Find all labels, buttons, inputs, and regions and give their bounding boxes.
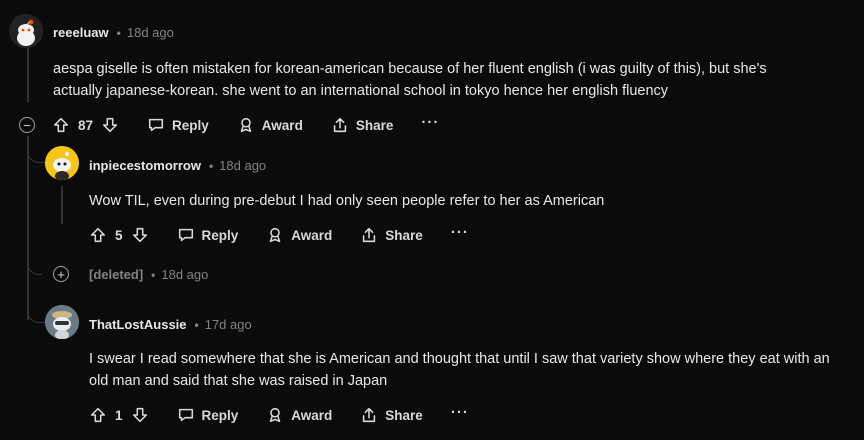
separator-dot: • (208, 159, 214, 173)
share-label: Share (385, 407, 423, 423)
more-icon: ··· (421, 113, 440, 131)
comment-header: inpiecestomorrow • 18d ago (89, 158, 266, 173)
upvote-icon[interactable] (89, 406, 107, 424)
thread-curve-deleted (27, 254, 42, 275)
downvote-icon[interactable] (131, 226, 149, 244)
comment-actions: 1 Reply Award Share ··· (89, 401, 497, 429)
thread-line-main-lower (27, 136, 29, 320)
thread-curve-2 (27, 300, 46, 323)
collapse-thread-button[interactable]: − (19, 117, 35, 133)
share-icon (363, 407, 376, 423)
separator-dot: • (194, 318, 199, 332)
downvote-icon[interactable] (101, 116, 119, 134)
award-label: Award (261, 117, 303, 133)
award-button[interactable]: Award (237, 116, 303, 134)
comment-body: I swear I read somewhere that she is Ame… (89, 351, 830, 389)
thread-line-main (27, 42, 29, 102)
timestamp[interactable]: 17d ago (205, 317, 252, 332)
comment-actions: 5 Reply Award Share ··· (89, 221, 497, 249)
upvote-icon[interactable] (89, 226, 107, 244)
vote-controls: 5 (89, 226, 149, 244)
vote-count: 1 (115, 407, 123, 423)
award-button[interactable]: Award (266, 406, 332, 424)
comment-body: Wow TIL, even during pre-debut I had onl… (89, 193, 605, 209)
thread-curve-1 (27, 140, 46, 163)
comment-bubble-icon (178, 408, 193, 422)
comment-actions: 87 Reply Award Share ··· (52, 111, 467, 139)
more-icon: ··· (450, 223, 469, 241)
comment-body: aespa giselle is often mistaken for kore… (53, 61, 767, 99)
separator-dot: • (116, 26, 121, 40)
reply-label: Reply (201, 227, 239, 243)
timestamp[interactable]: 18d ago (127, 25, 174, 40)
avatar[interactable] (9, 14, 43, 48)
snoo-avatar-icon (45, 305, 79, 339)
award-icon (270, 407, 281, 423)
vote-count: 5 (115, 227, 123, 243)
share-icon (363, 227, 376, 243)
share-icon (333, 117, 346, 133)
award-label: Award (291, 407, 333, 423)
snoo-avatar-icon (45, 146, 79, 180)
award-button[interactable]: Award (266, 226, 332, 244)
comment-bubble-icon (178, 228, 193, 242)
username[interactable]: inpiecestomorrow (89, 158, 201, 173)
reply-label: Reply (201, 407, 239, 423)
vote-controls: 1 (89, 406, 149, 424)
avatar[interactable] (45, 305, 79, 339)
reply-button[interactable]: Reply (147, 116, 209, 134)
username[interactable]: ThatLostAussie (89, 317, 187, 332)
share-label: Share (355, 117, 394, 133)
share-button[interactable]: Share (360, 406, 423, 424)
comment-header: reeeluaw • 18d ago (53, 25, 174, 40)
comment-header: ThatLostAussie • 17d ago (89, 317, 252, 332)
timestamp[interactable]: 18d ago (161, 267, 208, 282)
share-button[interactable]: Share (360, 226, 423, 244)
downvote-icon[interactable] (131, 406, 149, 424)
timestamp[interactable]: 18d ago (219, 158, 266, 173)
reply-label: Reply (172, 117, 209, 133)
username[interactable]: reeeluaw (53, 25, 109, 40)
share-button[interactable]: Share (331, 116, 394, 134)
award-icon (270, 227, 281, 243)
expand-thread-button[interactable]: + (53, 266, 69, 282)
separator-dot: • (151, 268, 156, 282)
vote-controls: 87 (52, 116, 119, 134)
share-label: Share (385, 227, 423, 243)
award-icon (240, 117, 252, 133)
avatar[interactable] (45, 146, 79, 180)
minus-icon: − (23, 117, 31, 133)
more-options-button[interactable]: ··· (421, 114, 439, 131)
plus-icon: + (57, 266, 65, 282)
comment-bubble-icon (148, 118, 164, 132)
thread-line-reply (61, 186, 63, 224)
vote-count: 87 (78, 117, 94, 133)
reply-button[interactable]: Reply (177, 226, 239, 244)
reply-button[interactable]: Reply (177, 406, 239, 424)
award-label: Award (291, 227, 333, 243)
more-icon: ··· (450, 403, 469, 421)
deleted-comment-header: [deleted] • 18d ago (89, 267, 208, 282)
snoo-avatar-icon (9, 14, 43, 48)
more-options-button[interactable]: ··· (451, 404, 469, 421)
deleted-label[interactable]: [deleted] (89, 267, 143, 282)
upvote-icon[interactable] (52, 116, 70, 134)
more-options-button[interactable]: ··· (451, 224, 469, 241)
